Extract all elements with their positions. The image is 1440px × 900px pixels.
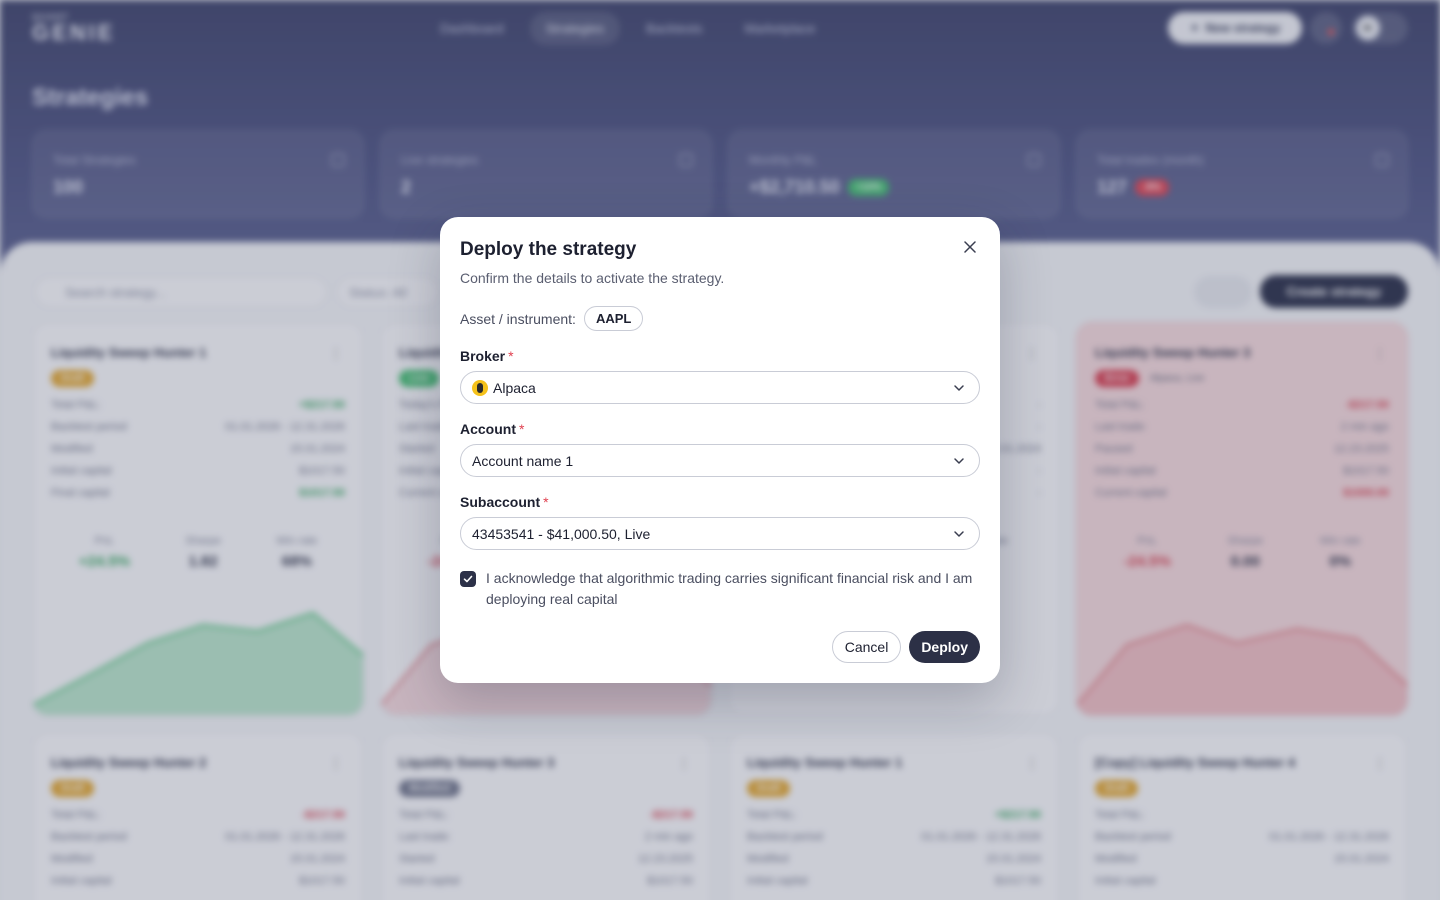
account-label-text: Account: [460, 421, 516, 437]
broker-label-text: Broker: [460, 348, 506, 364]
required-mark: *: [519, 421, 525, 437]
subaccount-select[interactable]: 43453541 - $41,000.50, Live: [460, 517, 980, 550]
subaccount-select-value: 43453541 - $41,000.50, Live: [472, 525, 651, 542]
dialog-title: Deploy the strategy: [460, 239, 637, 260]
account-select[interactable]: Account name 1: [460, 444, 980, 477]
close-icon[interactable]: [958, 235, 982, 259]
dialog-actions: Cancel Deploy: [831, 631, 980, 663]
asset-row: Asset / instrument: AAPL: [460, 306, 980, 331]
deploy-button[interactable]: Deploy: [909, 631, 980, 663]
broker-label: Broker *: [460, 348, 980, 364]
risk-acknowledgement: I acknowledge that algorithmic trading c…: [460, 568, 980, 610]
asset-label: Asset / instrument:: [460, 310, 576, 327]
check-icon: [463, 575, 473, 583]
required-mark: *: [543, 494, 549, 510]
required-mark: *: [508, 348, 514, 364]
cancel-button[interactable]: Cancel: [831, 631, 902, 663]
deploy-strategy-dialog: Deploy the strategy Confirm the details …: [440, 217, 1000, 683]
broker-select[interactable]: Alpaca: [460, 371, 980, 404]
account-label: Account *: [460, 421, 980, 437]
alpaca-logo-icon: [472, 379, 488, 396]
account-select-value: Account name 1: [472, 452, 574, 469]
chevron-down-icon: [954, 458, 964, 464]
broker-select-value: Alpaca: [493, 379, 536, 396]
asset-chip: AAPL: [583, 306, 644, 331]
subaccount-label-text: Subaccount: [460, 494, 541, 510]
subaccount-label: Subaccount *: [460, 494, 980, 510]
chevron-down-icon: [954, 531, 964, 537]
dialog-subtitle: Confirm the details to activate the stra…: [460, 270, 725, 286]
chevron-down-icon: [954, 385, 964, 391]
acknowledge-checkbox[interactable]: [460, 571, 476, 587]
acknowledge-text: I acknowledge that algorithmic trading c…: [486, 570, 973, 607]
